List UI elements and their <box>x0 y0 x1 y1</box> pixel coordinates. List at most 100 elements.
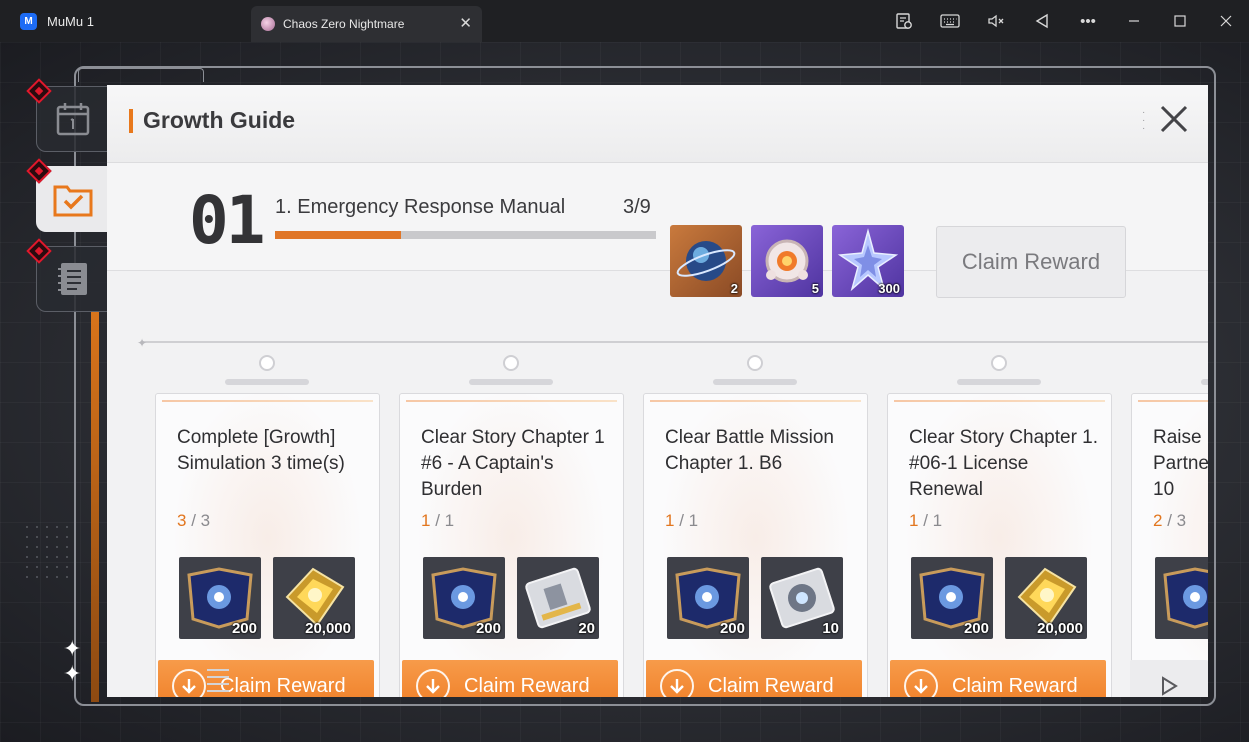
mission-progress-separator: / <box>430 511 445 530</box>
stage-progress-bar <box>275 231 656 239</box>
mission-reward-item[interactable]: 200 <box>911 557 993 639</box>
claim-reward-label: Claim Reward <box>708 674 834 697</box>
stage-reward-item[interactable]: 5 <box>751 225 823 297</box>
mission-reward-item[interactable]: 200 <box>179 557 261 639</box>
mission-title: Raise Partne 10 <box>1153 427 1208 500</box>
card-clip <box>957 355 1041 385</box>
app-title: MuMu 1 <box>47 13 94 29</box>
growth-guide-panel: Growth Guide · · · 01 1. Emergency Respons… <box>107 85 1208 697</box>
mission-card: Clear Battle Mission Chapter 1. B6 1 / 1… <box>643 355 868 697</box>
mission-title: Complete [Growth] Simulation 3 time(s) <box>177 427 345 474</box>
mission-progress: 3 / 3 <box>177 511 210 531</box>
notebook-icon <box>58 263 87 295</box>
more-icon[interactable]: ••• <box>1065 0 1111 42</box>
game-tab[interactable]: Chaos Zero Nightmare ✕ <box>251 6 482 42</box>
reward-quantity: 2 <box>730 281 738 296</box>
claim-arrow-icon <box>172 669 206 697</box>
side-tab-calendar[interactable] <box>36 86 110 152</box>
mission-progress-separator: / <box>186 511 201 530</box>
claim-reward-label: Claim Reward <box>464 674 590 697</box>
claim-reward-button[interactable]: Claim Reward <box>402 660 618 697</box>
mission-reward-item[interactable]: 200 <box>667 557 749 639</box>
dot-grid-decoration <box>22 522 72 582</box>
galaxy-book-icon <box>1163 567 1208 629</box>
reward-quantity: 20,000 <box>1037 620 1083 637</box>
mission-progress-total: 1 <box>932 511 943 530</box>
mission-progress: 2 / 3 <box>1153 511 1186 531</box>
mission-reward-item[interactable]: 10 <box>761 557 843 639</box>
rail-start-icon: ✦ <box>137 336 148 350</box>
mission-reward-item[interactable]: 20,000 <box>273 557 355 639</box>
stage-name: 1. Emergency Response Manual <box>275 196 566 218</box>
reward-quantity: 200 <box>475 620 501 637</box>
mission-progress-total: 1 <box>444 511 455 530</box>
mission-reward-item[interactable]: 20,000 <box>1005 557 1087 639</box>
claim-reward-button[interactable]: Claim Reward <box>646 660 862 697</box>
tab-close-icon[interactable]: ✕ <box>459 14 472 32</box>
app-center-icon[interactable] <box>881 0 927 42</box>
window-titlebar: M MuMu 1 Chaos Zero Nightmare ✕ ••• <box>0 0 1249 42</box>
game-tab-title: Chaos Zero Nightmare <box>283 17 405 31</box>
claim-arrow-icon <box>416 669 450 697</box>
stage-progress-fill <box>275 231 401 239</box>
mission-progress: 1 / 1 <box>665 511 698 531</box>
mission-card: Complete [Growth] Simulation 3 time(s) 3… <box>155 355 380 697</box>
stage-claim-button[interactable]: Claim Reward <box>936 226 1126 298</box>
mute-icon[interactable] <box>973 0 1019 42</box>
mission-rail <box>143 341 1208 343</box>
mission-progress: 1 / 1 <box>909 511 942 531</box>
sparkle-icon: ✦ <box>63 661 82 686</box>
mission-card: Clear Story Chapter 1. #06-1 License Ren… <box>887 355 1112 697</box>
window-toolbar: ••• <box>881 0 1249 42</box>
claim-arrow-icon <box>904 669 938 697</box>
panel-header: Growth Guide · · · <box>107 85 1208 163</box>
side-tab-notes[interactable] <box>36 246 110 312</box>
card-clip <box>225 355 309 385</box>
page-title: Growth Guide <box>143 107 296 133</box>
claim-reward-label: Claim Reward <box>220 674 346 697</box>
close-panel-button[interactable] <box>1157 102 1191 136</box>
mission-reward-item[interactable]: 2 <box>1155 557 1208 639</box>
app-tab[interactable]: M MuMu 1 <box>0 0 250 42</box>
side-accent-strip <box>91 312 99 702</box>
frame-notch <box>78 68 204 82</box>
reward-quantity: 20 <box>578 620 595 637</box>
side-tab-growth-guide[interactable] <box>36 166 110 232</box>
play-arrow-icon <box>1162 676 1178 696</box>
reward-quantity: 200 <box>719 620 745 637</box>
back-icon[interactable] <box>1019 0 1065 42</box>
edge-lines-decoration <box>207 669 229 697</box>
sparkle-icon: ✦ <box>63 636 82 661</box>
mission-title: Clear Story Chapter 1. #06-1 License Ren… <box>909 427 1099 500</box>
checklist-icon <box>53 185 93 217</box>
claim-reward-label: Claim Reward <box>952 674 1078 697</box>
game-scene: ✦ ✦ Growth Guide · · · 01 1. Emergency Res… <box>0 42 1249 742</box>
card-clip <box>469 355 553 385</box>
close-icon[interactable] <box>1203 0 1249 42</box>
reward-quantity: 10 <box>822 620 839 637</box>
claim-reward-button[interactable]: Claim Reward <box>890 660 1106 697</box>
mumu-logo-icon: M <box>20 12 37 30</box>
mission-progress: 1 / 1 <box>421 511 454 531</box>
calendar-icon <box>56 103 90 136</box>
keyboard-icon[interactable] <box>927 0 973 42</box>
next-page-button[interactable] <box>1130 660 1208 697</box>
mission-progress-total: 3 <box>200 511 211 530</box>
minimize-icon[interactable] <box>1111 0 1157 42</box>
card-clip <box>713 355 797 385</box>
stage-reward-item[interactable]: 300 <box>832 225 904 297</box>
maximize-icon[interactable] <box>1157 0 1203 42</box>
reward-quantity: 300 <box>878 281 900 296</box>
stage-number: 01 <box>189 182 266 259</box>
stage-reward-item[interactable]: 2 <box>670 225 742 297</box>
mission-reward-item[interactable]: 200 <box>423 557 505 639</box>
mission-progress-separator: / <box>674 511 689 530</box>
mission-reward-item[interactable]: 20 <box>517 557 599 639</box>
mission-card: Clear Story Chapter 1 #6 - A Captain's B… <box>399 355 624 697</box>
mission-progress-total: 1 <box>688 511 699 530</box>
reward-quantity: 20,000 <box>305 620 351 637</box>
game-icon <box>261 17 275 31</box>
mission-card-partial: Raise Partne 10 2 / 3 2 <box>1131 355 1208 697</box>
claim-reward-button[interactable]: Claim Reward <box>158 660 374 697</box>
mission-title: Clear Story Chapter 1 #6 - A Captain's B… <box>421 427 605 500</box>
